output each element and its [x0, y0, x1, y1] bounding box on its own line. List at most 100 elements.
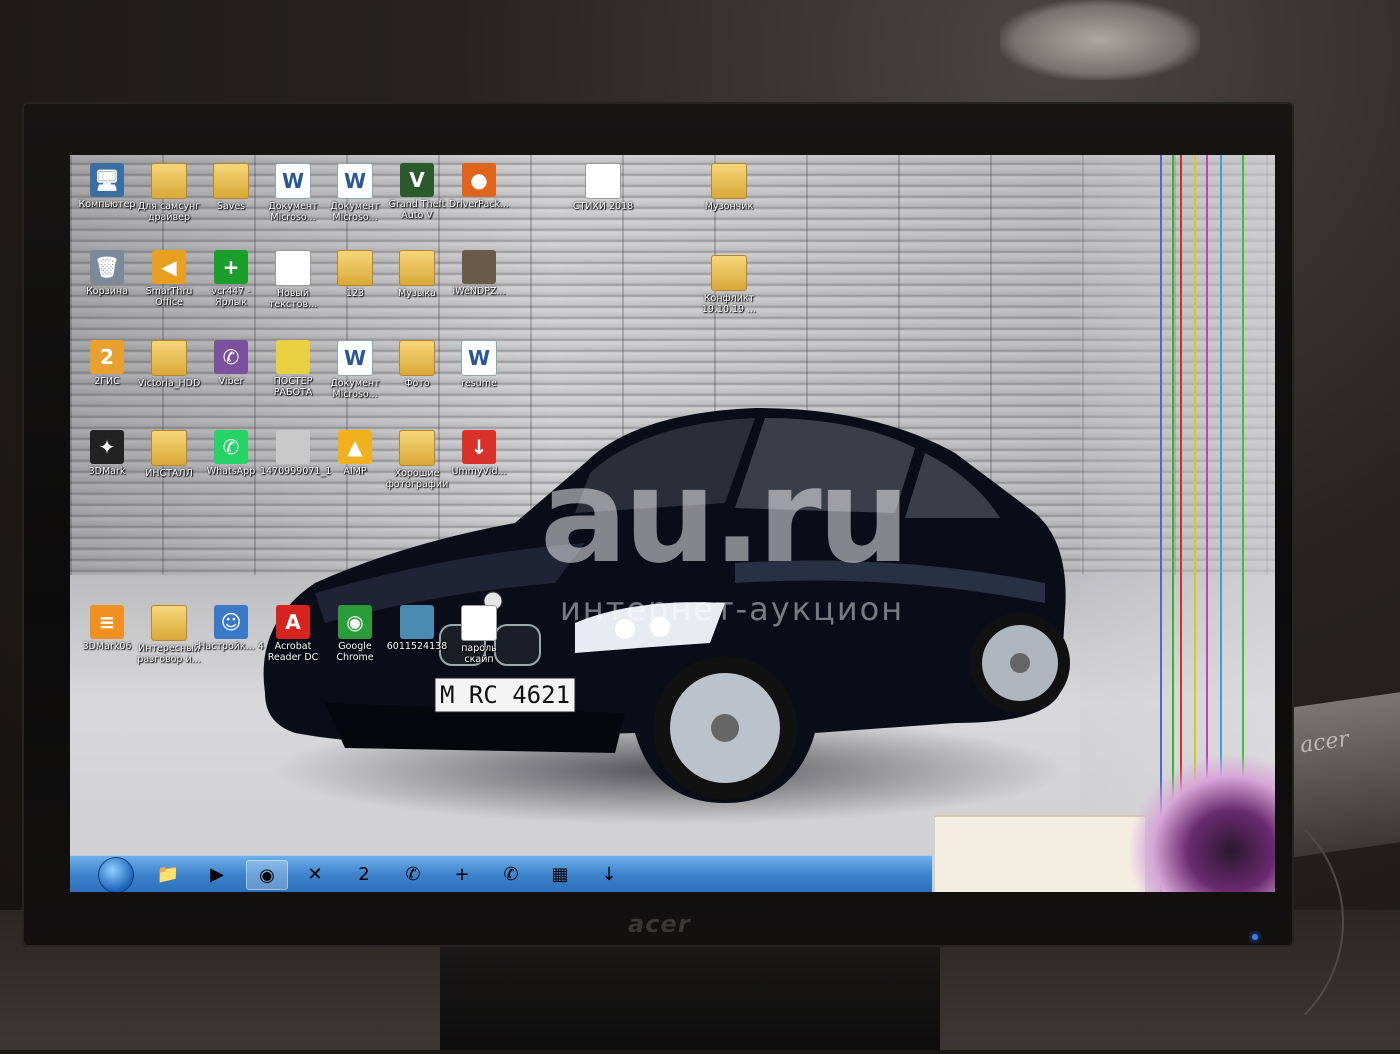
desktop-icon[interactable]: ▲ AIMP	[322, 430, 388, 477]
desktop-icon-label: WhatsApp	[206, 466, 256, 477]
taskbar-vcr447-icon[interactable]: +	[442, 860, 482, 888]
desktop-icon-label: DriverPack...	[448, 199, 510, 210]
desktop-icon[interactable]: ИНСТАЛЛ	[136, 430, 202, 479]
desktop-icon[interactable]: пароль скайп	[446, 605, 512, 665]
desktop-icon-label: 6011524138	[386, 641, 448, 652]
desktop-icon[interactable]: Музыка	[384, 250, 450, 299]
monitor-brand-logo: acer	[628, 910, 691, 938]
desktop-icon[interactable]: СТИХИ 2018	[570, 163, 636, 212]
desktop-icon-label: Новый текстов...	[268, 288, 318, 310]
desktop-icon[interactable]: + vcr447 - Ярлык	[198, 250, 264, 308]
background-paper	[1000, 0, 1200, 80]
desktop-icon[interactable]: ◀ SmarThru Office	[136, 250, 202, 308]
desktop-icon[interactable]: ≡ 3DMark06	[74, 605, 140, 652]
app-icon	[276, 340, 310, 374]
desktop-icon[interactable]: ПОСТЕР РАБОТА	[260, 340, 326, 398]
word-icon: W	[461, 340, 497, 376]
app-icon: ↓	[462, 430, 496, 464]
desktop-icon-label: Для самсунг драйвер	[137, 201, 201, 223]
desktop-icon[interactable]: 🗑 Корзина	[74, 250, 140, 297]
desktop-icon-label: Victoria_HDD	[137, 378, 201, 389]
app-icon: V	[400, 163, 434, 197]
desktop-icon-label: Конфликт 19.10.19 ...	[701, 293, 757, 315]
folder-icon	[399, 250, 435, 286]
taskbar-whatsapp-icon[interactable]: ✆	[491, 860, 531, 888]
desktop-icon-label: 1470999071_1	[260, 466, 332, 477]
desktop-icon[interactable]: Victoria_HDD	[136, 340, 202, 389]
desktop-icon[interactable]: 2 2ГИС	[74, 340, 140, 387]
desktop-icon-label: AIMP	[343, 466, 367, 477]
taskbar-ummy-icon[interactable]: ↓	[589, 860, 629, 888]
desktop-icon[interactable]: W Документ Microso...	[322, 340, 388, 400]
desktop-icon[interactable]: W Документ Microso...	[322, 163, 388, 223]
app-icon: ☺	[214, 605, 248, 639]
desktop-icon-label: resume	[461, 378, 497, 389]
desktop-icon[interactable]: 🖥 Компьютер	[74, 163, 140, 210]
desktop-icon-label: Документ Microso...	[330, 378, 380, 400]
desktop-icon-label: Компьютер	[78, 199, 136, 210]
folder-icon	[711, 163, 747, 199]
desktop-icon[interactable]: Wresume	[446, 340, 512, 389]
start-button[interactable]	[98, 857, 134, 892]
desktop-icon[interactable]: Конфликт 19.10.19 ...	[696, 255, 762, 315]
monitor-stand	[440, 940, 940, 1050]
desktop-icon[interactable]: Музончик	[696, 163, 762, 212]
app-icon: 2	[90, 340, 124, 374]
desktop-icon[interactable]: ◉ Google Chrome	[322, 605, 388, 663]
app-icon: ●	[462, 163, 496, 197]
desktop-icon-label: Google Chrome	[336, 641, 374, 663]
desktop-icon-label: Музончик	[704, 201, 754, 212]
desktop-icon[interactable]: ✆ WhatsApp	[198, 430, 264, 477]
desktop-icon[interactable]: ↓ UmmyVid...	[446, 430, 512, 477]
desktop-icon[interactable]: Хорошие фотографии	[384, 430, 450, 490]
taskbar-chrome-icon[interactable]: ◉	[246, 860, 288, 890]
taskbar-viber-icon[interactable]: ✆	[393, 860, 433, 888]
app-icon: 🗑	[90, 250, 124, 284]
taskbar-calculator-icon[interactable]: ▦	[540, 860, 580, 888]
folder-icon	[151, 605, 187, 641]
desktop-icon[interactable]: A Acrobat Reader DC	[260, 605, 326, 663]
word-icon: W	[337, 340, 373, 376]
folder-icon	[399, 430, 435, 466]
desktop-icon-label: 2ГИС	[94, 376, 120, 387]
desktop-icon[interactable]: 6011524138	[384, 605, 450, 652]
desktop-icon[interactable]: Saves	[198, 163, 264, 212]
desktop-icon-label: UmmyVid...	[451, 466, 507, 477]
desktop-icon-label: vcr447 - Ярлык	[211, 286, 251, 308]
desktop-icon[interactable]: ● DriverPack...	[446, 163, 512, 210]
desktop-icon[interactable]: 1470999071_1	[260, 430, 332, 477]
watermark-logo: au.ru	[540, 440, 910, 592]
taskbar: 📁 ▶ ◉ ✕ 2 ✆ + ✆ ▦ ↓	[70, 855, 932, 892]
license-plate: M RC 4621	[440, 681, 570, 709]
desktop-icon-label: Фото	[404, 378, 430, 389]
taskbar-2gis-icon[interactable]: 2	[344, 860, 384, 888]
desktop-icon[interactable]: Для самсунг драйвер	[136, 163, 202, 223]
desktop-icon[interactable]: W Документ Microso...	[260, 163, 326, 223]
folder-icon	[213, 163, 249, 199]
desktop-icon[interactable]: V Grand Theft Auto V	[384, 163, 450, 221]
display-artifact-patch	[935, 815, 1145, 892]
desktop-icon[interactable]: Интересный разговор и...	[136, 605, 202, 665]
desktop-icon[interactable]: ✆ Viber	[198, 340, 264, 387]
taskbar-tools-icon[interactable]: ✕	[295, 860, 335, 888]
desktop-icon-label: пароль скайп	[461, 643, 497, 665]
desktop-icon-label: Acrobat Reader DC	[267, 641, 319, 663]
desktop-icon-label: Saves	[216, 201, 246, 212]
desktop-icon-label: Музыка	[398, 288, 436, 299]
desktop-icon[interactable]: Фото	[384, 340, 450, 389]
folder-icon	[711, 255, 747, 291]
desktop-icon[interactable]: Новый текстов...	[260, 250, 326, 310]
desktop-icon[interactable]: iWeNDPZ...	[446, 250, 512, 297]
desktop-icon-label: Интересный разговор и...	[137, 643, 201, 665]
desktop-icon[interactable]: ☺ Настройк... 4	[198, 605, 264, 652]
desktop-icon[interactable]: 123	[322, 250, 388, 299]
taskbar-media-player-icon[interactable]: ▶	[197, 860, 237, 888]
desktop-icon-label: SmarThru Office	[145, 286, 193, 308]
desktop-icon-label: Viber	[218, 376, 244, 387]
desktop-icon[interactable]: ✦ 3DMark	[74, 430, 140, 477]
word-icon: W	[337, 163, 373, 199]
desktop-icon-label: ИНСТАЛЛ	[145, 468, 193, 479]
word-icon: W	[275, 163, 311, 199]
taskbar-explorer-icon[interactable]: 📁	[148, 860, 188, 888]
doc-icon	[461, 605, 497, 641]
